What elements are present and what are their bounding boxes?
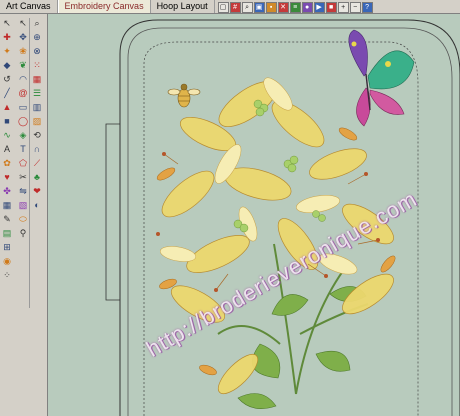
- dots-icon[interactable]: ⁙: [31, 60, 43, 71]
- zoom-tool-icon[interactable]: ⌕: [31, 18, 43, 29]
- leaf-icon[interactable]: ❦: [17, 60, 29, 71]
- stop-icon[interactable]: ■: [325, 1, 337, 13]
- add-icon[interactable]: ✚: [1, 32, 13, 43]
- arc-icon[interactable]: ◠: [17, 74, 29, 85]
- rectangle-icon[interactable]: ▭: [17, 102, 29, 113]
- spiral-icon[interactable]: @: [17, 88, 29, 99]
- gradient-icon[interactable]: ▧: [17, 200, 29, 211]
- monogram-icon[interactable]: ✤: [1, 186, 13, 197]
- help-icon[interactable]: ?: [361, 1, 373, 13]
- frame-icon[interactable]: ▣: [253, 1, 265, 13]
- embroidery-canvas[interactable]: http://broderieveronique.com: [48, 14, 460, 416]
- tab-hoop-layout[interactable]: Hoop Layout: [151, 0, 215, 13]
- globe-icon[interactable]: ⊗: [31, 46, 43, 57]
- triangle-icon[interactable]: ▲: [1, 102, 13, 113]
- color-icon[interactable]: ●: [301, 1, 313, 13]
- hoop-tool-icon[interactable]: ⬭: [17, 214, 29, 225]
- outline-icon[interactable]: ⬠: [17, 158, 29, 169]
- stitch-icon[interactable]: ✕: [277, 1, 289, 13]
- pointer-icon[interactable]: ↖: [17, 18, 29, 29]
- fill-area-icon[interactable]: ▤: [1, 228, 13, 239]
- grid-tool-icon[interactable]: ⁘: [1, 270, 13, 281]
- layers-icon[interactable]: ☰: [31, 88, 43, 99]
- star-icon[interactable]: ✦: [1, 46, 13, 57]
- play-icon[interactable]: ▶: [313, 1, 325, 13]
- heart-fill-icon[interactable]: ❤: [31, 186, 43, 197]
- circle-icon[interactable]: ◯: [17, 116, 29, 127]
- flower-icon[interactable]: ❀: [17, 46, 29, 57]
- top-toolbar: ▢ # ⌕ ▣ ▪ ✕ ≡ ● ▶ ■ + − ?: [217, 0, 373, 13]
- zoom-in-icon[interactable]: +: [337, 1, 349, 13]
- tool-separator: [29, 18, 30, 308]
- bee: [167, 83, 201, 108]
- tool-palette: ↖ ✚ ✦ ◆ ↺ ╱ ▲ ■ ∿ A ✿ ♥ ✤ ▦ ✎ ▤ ⊞ ◉ ⁘ ↖ …: [0, 14, 48, 416]
- magnet-icon[interactable]: ∩: [31, 144, 43, 155]
- pan-icon[interactable]: ✥: [17, 32, 29, 43]
- grid-icon[interactable]: #: [229, 1, 241, 13]
- color-swatch-icon[interactable]: ◉: [1, 256, 13, 267]
- tool-column-1: ↖ ✚ ✦ ◆ ↺ ╱ ▲ ■ ∿ A ✿ ♥ ✤ ▦ ✎ ▤ ⊞ ◉ ⁘: [1, 18, 14, 281]
- red-grid-icon[interactable]: ▦: [31, 74, 43, 85]
- satin-icon[interactable]: ▥: [31, 102, 43, 113]
- zoom-icon[interactable]: ⌕: [241, 1, 253, 13]
- tab-bar: Art Canvas Embroidery Canvas Hoop Layout…: [0, 0, 460, 14]
- tatami-icon[interactable]: ▨: [31, 116, 43, 127]
- sequence-icon[interactable]: ≡: [289, 1, 301, 13]
- text-icon[interactable]: A: [1, 144, 13, 155]
- hoop-icon[interactable]: ▢: [217, 1, 229, 13]
- tab-embroidery-canvas[interactable]: Embroidery Canvas: [57, 0, 151, 13]
- motif-icon[interactable]: ♣: [31, 172, 43, 183]
- lettering-icon[interactable]: T: [17, 144, 29, 155]
- needle-icon[interactable]: ⟋: [31, 158, 43, 169]
- applique-icon[interactable]: ◈: [17, 130, 29, 141]
- curve-icon[interactable]: ∿: [1, 130, 13, 141]
- square-icon[interactable]: ■: [1, 116, 13, 127]
- fill-icon[interactable]: ▪: [265, 1, 277, 13]
- rotate-left-icon[interactable]: ⟲: [31, 130, 43, 141]
- butterfly: [348, 29, 415, 127]
- brush-icon[interactable]: ✎: [1, 214, 13, 225]
- appliqué-piece-icon[interactable]: ◐: [31, 200, 43, 211]
- thread-icon[interactable]: ⚲: [17, 228, 29, 239]
- measure-icon[interactable]: ⊞: [1, 242, 13, 253]
- cut-icon[interactable]: ✂: [17, 172, 29, 183]
- tool-column-3: ⌕ ⊕ ⊗ ⁙ ▦ ☰ ▥ ▨ ⟲ ∩ ⟋ ♣ ❤ ◐: [31, 18, 44, 211]
- tab-art-canvas[interactable]: Art Canvas: [0, 0, 58, 13]
- node-icon[interactable]: ◆: [1, 60, 13, 71]
- rotate-icon[interactable]: ↺: [1, 74, 13, 85]
- crosshair-icon[interactable]: ⊕: [31, 32, 43, 43]
- pattern-icon[interactable]: ▦: [1, 200, 13, 211]
- zoom-out-icon[interactable]: −: [349, 1, 361, 13]
- mirror-icon[interactable]: ⇋: [17, 186, 29, 197]
- line-icon[interactable]: ╱: [1, 88, 13, 99]
- stamp-icon[interactable]: ✿: [1, 158, 13, 169]
- select-arrow-icon[interactable]: ↖: [1, 18, 13, 29]
- heart-icon[interactable]: ♥: [1, 172, 13, 183]
